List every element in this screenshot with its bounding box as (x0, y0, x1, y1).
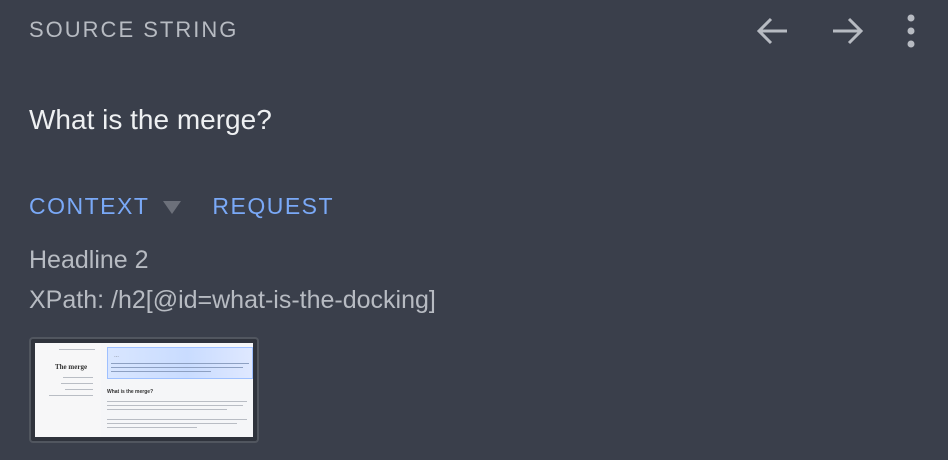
thumbnail-line (111, 371, 211, 372)
panel-title: SOURCE STRING (29, 17, 239, 42)
thumbnail-line (107, 401, 247, 402)
header-actions (748, 12, 920, 50)
thumbnail-line (107, 423, 237, 424)
thumbnail-sidebar (35, 343, 101, 437)
tab-context-label: CONTEXT (29, 193, 150, 219)
thumbnail-line (107, 419, 247, 420)
thumbnail-line (107, 427, 197, 428)
context-element-type: Headline 2 (29, 246, 149, 274)
thumbnail-line (111, 367, 243, 368)
tab-bar: CONTEXT REQUEST (29, 192, 334, 220)
more-options-button[interactable] (902, 12, 920, 50)
thumbnail-line (59, 349, 95, 350)
thumbnail-subhead: What is the merge? (107, 389, 154, 395)
next-button[interactable] (824, 12, 872, 50)
thumbnail-line (49, 395, 93, 396)
tab-request[interactable]: REQUEST (212, 192, 334, 220)
thumbnail-line (111, 363, 249, 364)
thumbnail-image: The merge … What is the merge? (35, 343, 253, 437)
thumbnail-line (107, 405, 243, 406)
thumbnail-line (61, 383, 93, 384)
arrow-left-icon (756, 17, 787, 45)
source-string-text: What is the merge? (29, 104, 272, 135)
tab-context[interactable]: CONTEXT (29, 192, 212, 220)
previous-button[interactable] (748, 12, 796, 50)
thumbnail-callout-title: … (114, 353, 119, 359)
source-string-panel: SOURCE STRING What is the merge? CONTEXT… (0, 0, 948, 460)
thumbnail-line (107, 409, 227, 410)
more-vert-icon (907, 14, 915, 48)
thumbnail-line (63, 377, 93, 378)
context-xpath: XPath: /h2[@id=what-is-the-docking] (29, 286, 436, 314)
context-screenshot-thumbnail[interactable]: The merge … What is the merge? (29, 337, 259, 443)
thumbnail-line (65, 389, 93, 390)
thumbnail-heading: The merge (55, 363, 88, 371)
caret-down-icon (163, 200, 182, 214)
arrow-right-icon (833, 17, 864, 45)
